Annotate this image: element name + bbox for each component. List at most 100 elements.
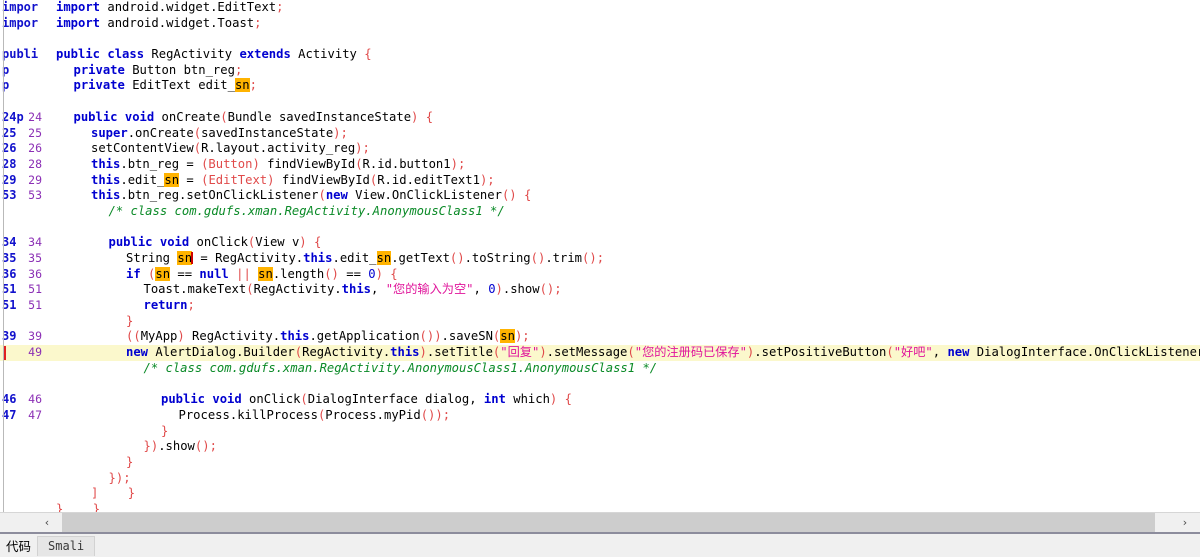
code-token: ) xyxy=(355,141,363,156)
code-token: ; xyxy=(187,298,195,313)
code-token: .show xyxy=(158,439,195,454)
code-line[interactable]: 36 if (sn == null || sn.length() == 0) { xyxy=(0,266,1200,283)
line-number xyxy=(0,94,48,110)
line-number xyxy=(0,439,48,455)
code-token: android.widget.Toast xyxy=(100,15,255,30)
code-token: Button xyxy=(208,156,253,171)
code-line[interactable]: import android.widget.EditText; xyxy=(0,0,1200,16)
code-line-content: Toast.makeText(RegActivity.this, "您的输入为空… xyxy=(48,282,1200,298)
code-line[interactable]: ] } xyxy=(0,486,1200,502)
code-line-content: } } xyxy=(48,502,1200,512)
code-token: EditText xyxy=(208,172,268,187)
code-line[interactable]: private Button btn_reg; xyxy=(0,63,1200,79)
code-line[interactable]: } xyxy=(0,455,1200,471)
code-line[interactable]: 53 this.btn_reg.setOnClickListener(new Vi… xyxy=(0,188,1200,204)
code-token: Activity xyxy=(290,47,365,62)
code-line[interactable]: 46 public void onClick(DialogInterface di… xyxy=(0,392,1200,408)
code-comment: /* class com.gdufs.xman.RegActivity.Anon… xyxy=(108,203,505,218)
code-line[interactable]: 24 public void onCreate(Bundle savedInsta… xyxy=(0,110,1200,126)
code-line-content: public void onClick(DialogInterface dial… xyxy=(48,392,1200,408)
code-line[interactable] xyxy=(0,31,1200,47)
code-line[interactable]: 39 ((MyApp) RegActivity.this.getApplicati… xyxy=(0,329,1200,345)
code-token: int xyxy=(483,392,506,407)
line-number: 46 xyxy=(28,392,42,407)
code-line[interactable]: } } xyxy=(0,502,1200,512)
code-line[interactable]: 26 setContentView(R.layout.activity_reg); xyxy=(0,141,1200,157)
code-line[interactable] xyxy=(0,94,1200,110)
bottom-tab-bar[interactable]: 代码 Smali xyxy=(0,534,1200,557)
scroll-left-button[interactable]: ‹ xyxy=(32,513,62,532)
code-line[interactable]: import android.widget.Toast; xyxy=(0,16,1200,32)
code-token: ) xyxy=(177,329,185,344)
code-line-content: this.edit_sn = (EditText) findViewById(R… xyxy=(48,172,1200,189)
code-line-content: private EditText edit_sn; xyxy=(48,78,1200,94)
code-line-content: import android.widget.EditText; xyxy=(48,0,1200,16)
code-token: new xyxy=(325,188,348,203)
code-token: , xyxy=(932,345,948,360)
code-token: public void xyxy=(73,109,155,124)
code-line[interactable]: 28 this.btn_reg = (Button) findViewById(R… xyxy=(0,157,1200,173)
code-line[interactable]: 29 this.edit_sn = (EditText) findViewById… xyxy=(0,172,1200,189)
code-line[interactable]: 49 new AlertDialog.Builder(RegActivity.th… xyxy=(0,345,1200,361)
code-token: ) xyxy=(333,125,341,140)
highlighted-occurrence: sn xyxy=(177,251,193,265)
code-token: this xyxy=(390,345,420,360)
line-number xyxy=(0,220,48,236)
code-line[interactable]: /* class com.gdufs.xman.RegActivity.Anon… xyxy=(0,204,1200,220)
code-line[interactable]: 47 Process.killProcess(Process.myPid()); xyxy=(0,408,1200,424)
scrollbar-track[interactable] xyxy=(62,513,1170,532)
code-token: .onCreate xyxy=(127,125,194,140)
code-token: ; xyxy=(554,282,562,297)
code-token: = xyxy=(179,172,202,187)
code-line[interactable]: /* class com.gdufs.xman.RegActivity.Anon… xyxy=(0,361,1200,377)
code-token: () xyxy=(324,266,339,281)
code-line[interactable]: 51 return; xyxy=(0,298,1200,314)
code-lines[interactable]: import android.widget.EditText; import an… xyxy=(0,0,1200,512)
code-line[interactable]: 34 public void onClick(View v) { xyxy=(0,235,1200,251)
scrollbar-thumb[interactable] xyxy=(62,513,1155,532)
code-token: if xyxy=(126,266,141,281)
code-token: this xyxy=(303,251,333,265)
tab-smali[interactable]: Smali xyxy=(37,535,96,556)
scroll-right-button[interactable]: › xyxy=(1170,513,1200,532)
code-line-content xyxy=(48,94,1200,110)
code-token: ; xyxy=(123,470,131,485)
horizontal-scrollbar[interactable]: ‹ › xyxy=(0,512,1200,532)
code-token: ( xyxy=(318,188,326,203)
code-line-content: private Button btn_reg; xyxy=(48,63,1200,79)
code-line[interactable]: }); xyxy=(0,471,1200,487)
code-line[interactable]: } xyxy=(0,424,1200,440)
code-line[interactable] xyxy=(0,220,1200,236)
code-token: ( xyxy=(193,125,202,140)
code-line[interactable]: 35 String sn = RegActivity.this.edit_sn.g… xyxy=(0,251,1200,267)
code-token: EditText edit_ xyxy=(124,78,235,93)
code-line[interactable]: 51 Toast.makeText(RegActivity.this, "您的输入… xyxy=(0,282,1200,298)
code-line[interactable]: }).show(); xyxy=(0,439,1200,455)
code-token: { xyxy=(523,188,532,203)
code-token: .getApplication xyxy=(309,329,420,344)
code-line-content: Process.killProcess(Process.myPid()); xyxy=(48,408,1200,424)
line-number: 29 xyxy=(28,172,42,187)
code-token: == xyxy=(338,266,369,281)
code-token: .length xyxy=(272,266,325,281)
code-line[interactable]: 25 super.onCreate(savedInstanceState); xyxy=(0,126,1200,142)
code-line[interactable] xyxy=(0,377,1200,393)
code-token: Process xyxy=(178,407,230,422)
code-token: == xyxy=(170,266,200,281)
code-line[interactable]: } xyxy=(0,314,1200,330)
code-token: ( xyxy=(886,345,894,360)
code-token: onClick xyxy=(189,235,248,250)
code-token: { xyxy=(313,235,322,250)
code-line[interactable]: private EditText edit_sn; xyxy=(0,78,1200,94)
code-editor-area[interactable]: impor impor publi p p 24p 25 26 28 29 53 34 35 36 51 51… xyxy=(0,0,1200,512)
code-line-content: ((MyApp) RegActivity.this.getApplication… xyxy=(48,329,1200,345)
code-token: Button btn_reg xyxy=(124,62,235,77)
code-token: ; xyxy=(254,15,262,30)
code-token: null xyxy=(199,266,229,281)
code-line[interactable]: public class RegActivity extends Activit… xyxy=(0,47,1200,63)
line-number: 53 xyxy=(28,188,42,203)
code-token: .setPositiveButton xyxy=(754,345,887,360)
